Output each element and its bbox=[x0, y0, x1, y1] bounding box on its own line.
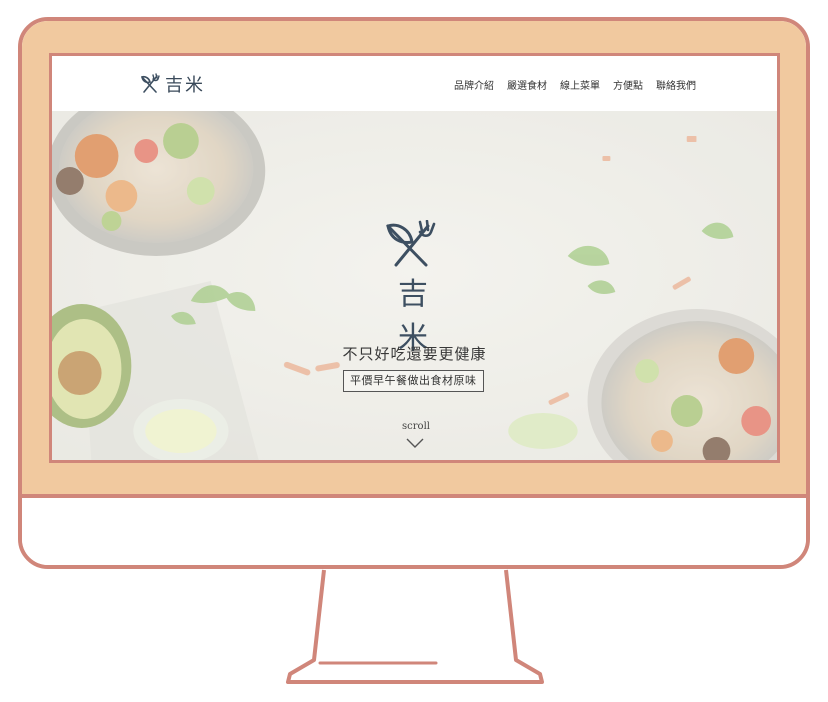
hero-content: 吉米 不只好吃還要更健康 平價早午餐做出食材原味 scroll bbox=[52, 111, 777, 460]
hero-tagline: 平價早午餐做出食材原味 bbox=[343, 370, 484, 392]
scroll-label[interactable]: scroll bbox=[401, 421, 431, 432]
chevron-down-icon[interactable] bbox=[405, 437, 425, 449]
nav-item-contact[interactable]: 聯絡我們 bbox=[656, 77, 696, 92]
hero-slogan: 不只好吃還要更健康 bbox=[342, 345, 487, 363]
nav-item-menu[interactable]: 線上菜單 bbox=[560, 77, 600, 92]
nav-item-brand-intro[interactable]: 品牌介紹 bbox=[454, 77, 494, 92]
nav-logo[interactable]: 吉米 bbox=[139, 71, 205, 97]
monitor-stand bbox=[286, 569, 544, 684]
nav-item-order[interactable]: 方便點 bbox=[613, 77, 643, 92]
leaf-fork-icon bbox=[141, 73, 160, 93]
nav-brand-name: 吉米 bbox=[165, 75, 205, 96]
monitor-chin bbox=[22, 502, 806, 565]
website-screen: 吉米 品牌介紹 嚴選食材 線上菜單 方便點 聯絡我們 吉米 不只好吃還要更健康 … bbox=[49, 53, 780, 463]
site-navbar: 吉米 品牌介紹 嚴選食材 線上菜單 方便點 聯絡我們 bbox=[52, 56, 777, 111]
leaf-fork-icon bbox=[386, 220, 436, 267]
nav-menu: 品牌介紹 嚴選食材 線上菜單 方便點 聯絡我們 bbox=[454, 77, 696, 92]
hero-banner: 吉米 不只好吃還要更健康 平價早午餐做出食材原味 scroll bbox=[52, 111, 777, 460]
nav-item-ingredients[interactable]: 嚴選食材 bbox=[507, 77, 547, 92]
